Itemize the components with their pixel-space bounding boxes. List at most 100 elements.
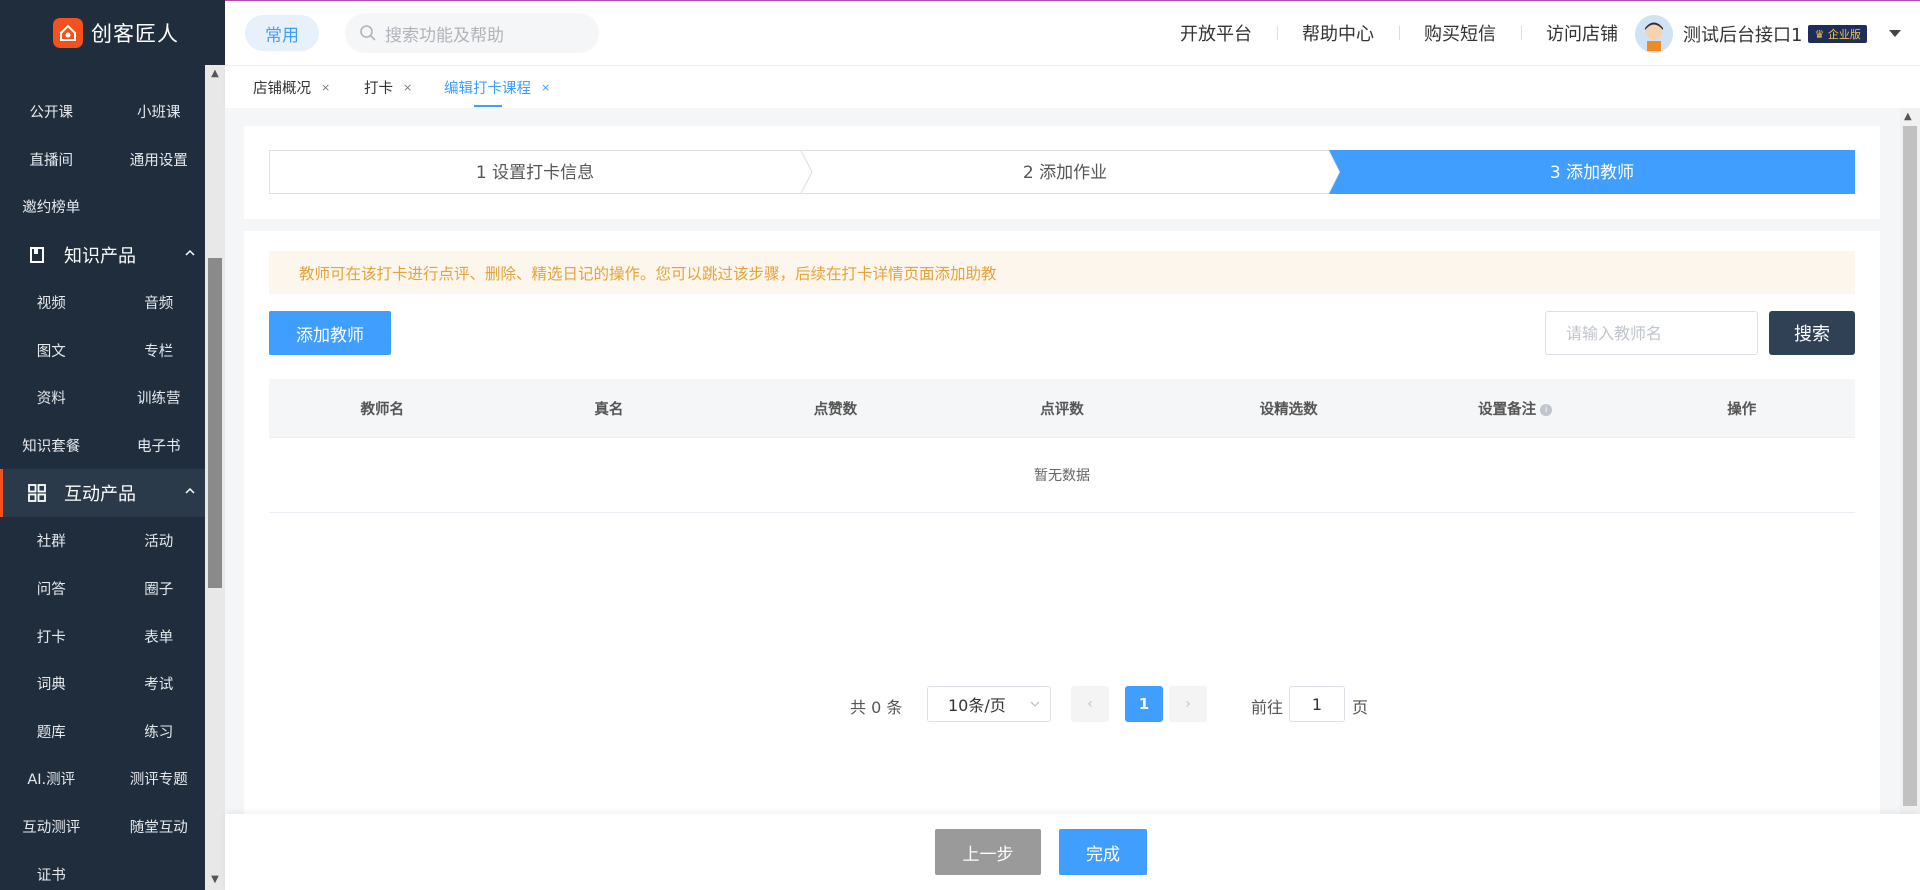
crown-icon: ♛ bbox=[1814, 28, 1825, 41]
teacher-name-input[interactable] bbox=[1545, 311, 1758, 355]
sidebar-item-ai-assessment[interactable]: AI.测评 bbox=[0, 768, 103, 789]
content-scrollbar[interactable]: ▲ bbox=[1900, 108, 1920, 814]
page-size-select[interactable]: 10条/页 bbox=[927, 686, 1051, 722]
sidebar-item-camp[interactable]: 训练营 bbox=[103, 387, 206, 408]
sidebar-item-practice[interactable]: 练习 bbox=[103, 721, 206, 742]
chevron-up-icon bbox=[185, 488, 195, 494]
page-number-button[interactable]: 1 bbox=[1125, 686, 1163, 722]
tab-label: 打卡 bbox=[364, 81, 393, 97]
common-button[interactable]: 常用 bbox=[245, 15, 319, 51]
close-icon[interactable]: × bbox=[403, 81, 412, 94]
sidebar-item-question-bank[interactable]: 题库 bbox=[0, 721, 103, 742]
sidebar-item-small-class[interactable]: 小班课 bbox=[103, 101, 206, 122]
link-open-platform[interactable]: 开放平台 bbox=[1155, 20, 1277, 46]
prev-page-button[interactable]: ‹ bbox=[1071, 686, 1109, 722]
sidebar-group-interactive[interactable]: 互动产品 bbox=[0, 469, 205, 518]
link-visit-store[interactable]: 访问店铺 bbox=[1521, 20, 1643, 46]
chevron-left-icon: ‹ bbox=[1087, 696, 1093, 712]
sidebar-item-article[interactable]: 图文 bbox=[0, 340, 103, 361]
badge-label: 企业版 bbox=[1827, 28, 1861, 41]
menu-row: 图文 专栏 bbox=[0, 326, 205, 374]
menu-row: 公开课 小班课 bbox=[0, 88, 205, 136]
sidebar-item-invite-rank[interactable]: 邀约榜单 bbox=[0, 196, 103, 217]
sidebar-group-knowledge[interactable]: 知识产品 bbox=[0, 231, 205, 279]
tab-edit-checkin-course[interactable]: 编辑打卡课程 × bbox=[444, 66, 550, 109]
sidebar-item-circle[interactable]: 圈子 bbox=[103, 578, 206, 599]
tab-checkin[interactable]: 打卡 × bbox=[364, 66, 412, 109]
sidebar-item-checkin[interactable]: 打卡 bbox=[0, 626, 103, 647]
column-header-label: 设置备注 bbox=[1478, 401, 1537, 418]
sidebar-item-audio[interactable]: 音频 bbox=[103, 292, 206, 313]
sidebar-item-assessment-topic[interactable]: 测评专题 bbox=[103, 768, 206, 789]
sidebar-item-dictionary[interactable]: 词典 bbox=[0, 673, 103, 694]
user-menu[interactable]: 测试后台接口1 ♛ 企业版 bbox=[1635, 15, 1901, 53]
sidebar-item-column[interactable]: 专栏 bbox=[103, 340, 206, 361]
scroll-down-icon[interactable]: ▼ bbox=[209, 875, 221, 885]
close-icon[interactable]: × bbox=[321, 81, 330, 94]
search-input[interactable]: 搜索功能及帮助 bbox=[345, 13, 599, 53]
sidebar-item-form[interactable]: 表单 bbox=[103, 626, 206, 647]
menu-row: 打卡 表单 bbox=[0, 612, 205, 660]
goto-page-input[interactable] bbox=[1289, 686, 1345, 722]
sidebar-item-community[interactable]: 社群 bbox=[0, 530, 103, 551]
goto-label: 前往 bbox=[1251, 698, 1284, 717]
sidebar-item-public-course[interactable]: 公开课 bbox=[0, 101, 103, 122]
page-size-value: 10条/页 bbox=[948, 696, 1006, 715]
sidebar-item-exam[interactable]: 考试 bbox=[103, 673, 206, 694]
tab-label: 编辑打卡课程 bbox=[444, 81, 531, 97]
column-header-remark: 设置备注 i bbox=[1402, 398, 1629, 419]
step-2-label: 2 添加作业 bbox=[1023, 163, 1107, 183]
scroll-up-icon[interactable]: ▲ bbox=[1904, 111, 1912, 122]
menu-row: 互动测评 随堂互动 bbox=[0, 803, 205, 851]
scrollbar-thumb[interactable] bbox=[1903, 126, 1917, 806]
link-help-center[interactable]: 帮助中心 bbox=[1277, 20, 1399, 46]
caret-down-icon[interactable] bbox=[1888, 30, 1901, 38]
sidebar-item-interactive-assessment[interactable]: 互动测评 bbox=[0, 816, 103, 837]
sidebar-item-certificate[interactable]: 证书 bbox=[0, 864, 103, 885]
main-content: 1 设置打卡信息 2 添加作业 3 添加教师 教师可在该打卡进行点评、删除、精选… bbox=[225, 108, 1900, 831]
sidebar-item-activity[interactable]: 活动 bbox=[103, 530, 206, 551]
sidebar-item-qa[interactable]: 问答 bbox=[0, 578, 103, 599]
menu-row: 邀约榜单 bbox=[0, 183, 205, 231]
sidebar-item-general-settings[interactable]: 通用设置 bbox=[103, 149, 206, 170]
house-logo-icon bbox=[53, 17, 83, 48]
link-buy-sms[interactable]: 购买短信 bbox=[1399, 20, 1521, 46]
pagination: 共 0 条 10条/页 ‹ 1 › 前往 页 bbox=[269, 686, 1855, 722]
sidebar-item-bundle[interactable]: 知识套餐 bbox=[0, 435, 103, 456]
logo-text: 创客匠人 bbox=[91, 21, 179, 46]
sidebar-item-classroom-interaction[interactable]: 随堂互动 bbox=[103, 816, 206, 837]
column-header: 真名 bbox=[594, 401, 624, 418]
top-links: 开放平台 帮助中心 购买短信 访问店铺 bbox=[1155, 1, 1643, 64]
sidebar-item-video[interactable]: 视频 bbox=[0, 292, 103, 313]
chevron-right-icon: › bbox=[1185, 696, 1191, 712]
sidebar-scrollbar[interactable]: ▲ ▼ bbox=[205, 65, 225, 890]
search-button[interactable]: 搜索 bbox=[1769, 311, 1855, 355]
scroll-up-icon[interactable]: ▲ bbox=[209, 69, 221, 79]
next-page-button[interactable]: › bbox=[1169, 686, 1207, 722]
info-icon[interactable]: i bbox=[1540, 403, 1553, 416]
previous-step-button[interactable]: 上一步 bbox=[935, 829, 1041, 875]
tab-store-overview[interactable]: 店铺概况 × bbox=[253, 66, 330, 109]
sidebar-menu: 公开课 小班课 直播间 通用设置 邀约榜单 知识产品 视频 音频 图文 专栏 资… bbox=[0, 48, 205, 890]
sidebar-item-live-room[interactable]: 直播间 bbox=[0, 149, 103, 170]
empty-state: 暂无数据 bbox=[269, 438, 1855, 513]
total-count: 共 0 条 bbox=[850, 698, 903, 717]
step-indicator: 1 设置打卡信息 2 添加作业 3 添加教师 bbox=[269, 150, 1855, 194]
menu-row: 知识套餐 电子书 bbox=[0, 422, 205, 470]
chevron-up-icon bbox=[185, 249, 195, 256]
app-logo[interactable]: 创客匠人 bbox=[0, 0, 225, 65]
add-teacher-button[interactable]: 添加教师 bbox=[269, 311, 391, 355]
column-header: 点评数 bbox=[1040, 401, 1084, 418]
teacher-table: 教师名 真名 点赞数 点评数 设精选数 设置备注 i 操作 暂无数据 共 0 条 … bbox=[269, 379, 1855, 722]
search-icon bbox=[360, 25, 376, 41]
column-header: 操作 bbox=[1727, 401, 1757, 418]
sidebar-item-material[interactable]: 资料 bbox=[0, 387, 103, 408]
finish-button[interactable]: 完成 bbox=[1059, 829, 1147, 875]
menu-row: 资料 训练营 bbox=[0, 374, 205, 422]
column-header: 点赞数 bbox=[813, 401, 858, 418]
goto-suffix: 页 bbox=[1352, 698, 1369, 717]
sidebar-item-ebook[interactable]: 电子书 bbox=[103, 435, 206, 456]
close-icon[interactable]: × bbox=[541, 81, 550, 94]
teacher-card: 教师可在该打卡进行点评、删除、精选日记的操作。您可以跳过该步骤，后续在打卡详情页… bbox=[244, 231, 1880, 831]
scrollbar-thumb[interactable] bbox=[208, 258, 222, 588]
